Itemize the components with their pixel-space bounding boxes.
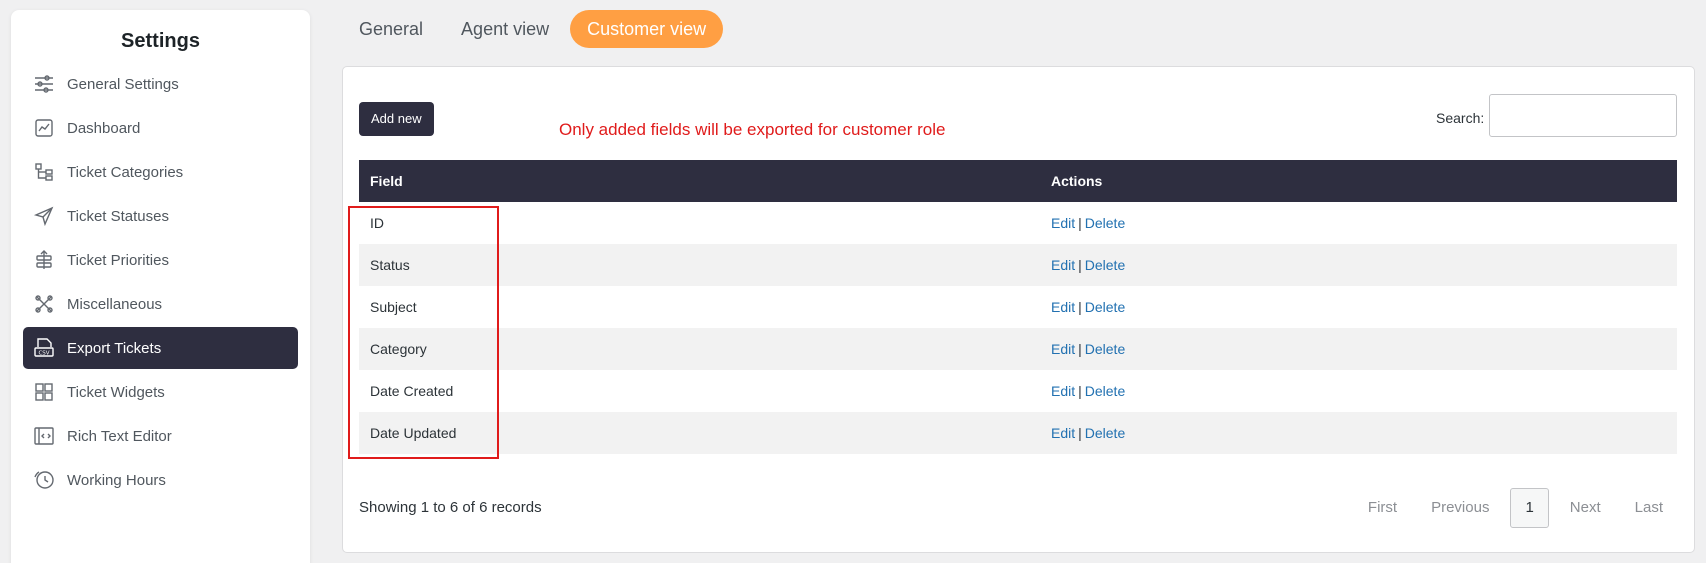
sidebar-item-label: General Settings [67,75,179,93]
edit-link[interactable]: Edit [1051,383,1075,399]
table-row: Date Updated Edit | Delete [359,412,1677,454]
csv-icon: CSV [33,337,55,359]
pagination: First Previous 1 Next Last [1351,488,1680,528]
table-row: Date Created Edit | Delete [359,370,1677,412]
pager-first[interactable]: First [1351,488,1414,528]
row-actions: Edit | Delete [1041,328,1677,370]
action-separator: | [1078,215,1082,231]
search-label: Search: [1436,110,1485,126]
clock-icon [33,469,55,491]
svg-text:CSV: CSV [38,351,49,357]
row-actions: Edit | Delete [1041,244,1677,286]
sidebar-item-label: Working Hours [67,471,166,489]
table-header-row: Field Actions [359,160,1677,202]
search-input[interactable] [1489,94,1677,137]
action-separator: | [1078,425,1082,441]
sidebar-item-ticket-widgets[interactable]: Ticket Widgets [23,371,298,413]
tools-icon [33,293,55,315]
pager-last[interactable]: Last [1618,488,1680,528]
settings-sidebar: Settings General Settings Dashboard Tick… [11,10,310,563]
sidebar-item-export-tickets[interactable]: CSV Export Tickets [23,327,298,369]
sidebar-item-label: Ticket Categories [67,163,184,181]
table-row: Subject Edit | Delete [359,286,1677,328]
table-row: Status Edit | Delete [359,244,1677,286]
row-actions: Edit | Delete [1041,202,1677,244]
export-note: Only added fields will be exported for c… [559,120,946,139]
sidebar-item-dashboard[interactable]: Dashboard [23,107,298,149]
edit-link[interactable]: Edit [1051,341,1075,357]
code-icon [33,425,55,447]
row-actions: Edit | Delete [1041,412,1677,454]
field-name: Date Updated [370,425,457,441]
action-separator: | [1078,383,1082,399]
action-separator: | [1078,257,1082,273]
widgets-icon [33,381,55,403]
pager-next[interactable]: Next [1553,488,1618,528]
edit-link[interactable]: Edit [1051,215,1075,231]
sidebar-item-ticket-priorities[interactable]: Ticket Priorities [23,239,298,281]
sidebar-item-rich-text-editor[interactable]: Rich Text Editor [23,415,298,457]
delete-link[interactable]: Delete [1085,299,1125,315]
delete-link[interactable]: Delete [1085,341,1125,357]
sidebar-item-label: Export Tickets [67,339,162,357]
sidebar-item-label: Ticket Statuses [67,207,169,225]
delete-link[interactable]: Delete [1085,215,1125,231]
sidebar-item-label: Ticket Priorities [67,251,169,269]
sidebar-item-label: Rich Text Editor [67,427,172,445]
field-name: Date Created [370,383,454,399]
view-tabs: General Agent view Customer view [342,10,727,48]
action-separator: | [1078,341,1082,357]
sidebar-item-ticket-statuses[interactable]: Ticket Statuses [23,195,298,237]
hierarchy-icon [33,161,55,183]
action-separator: | [1078,299,1082,315]
field-name: Status [370,257,410,273]
tab-agent-view[interactable]: Agent view [444,10,566,48]
tab-general[interactable]: General [342,10,440,48]
field-name: Subject [370,299,417,315]
send-icon [33,205,55,227]
sidebar-item-label: Miscellaneous [67,295,163,313]
table-row: ID Edit | Delete [359,202,1677,244]
edit-link[interactable]: Edit [1051,257,1075,273]
row-actions: Edit | Delete [1041,286,1677,328]
field-name: Category [370,341,427,357]
edit-link[interactable]: Edit [1051,299,1075,315]
delete-link[interactable]: Delete [1085,257,1125,273]
fields-table: Field Actions ID Edit | Delete Status Edit… [359,160,1677,454]
sidebar-item-general-settings[interactable]: General Settings [23,63,298,105]
delete-link[interactable]: Delete [1085,383,1125,399]
tab-customer-view[interactable]: Customer view [570,10,724,48]
sidebar-item-label: Dashboard [67,119,141,137]
edit-link[interactable]: Edit [1051,425,1075,441]
records-summary: Showing 1 to 6 of 6 records [359,499,542,516]
priority-icon [33,249,55,271]
export-fields-panel: Add new Only added fields will be export… [342,66,1695,553]
sidebar-item-ticket-categories[interactable]: Ticket Categories [23,151,298,193]
column-header-field[interactable]: Field [359,160,1041,202]
sliders-icon [33,73,55,95]
table-row: Category Edit | Delete [359,328,1677,370]
add-new-button[interactable]: Add new [359,102,434,136]
sidebar-item-miscellaneous[interactable]: Miscellaneous [23,283,298,325]
column-header-actions: Actions [1051,173,1103,189]
row-actions: Edit | Delete [1041,370,1677,412]
pager-current-page[interactable]: 1 [1510,488,1549,528]
delete-link[interactable]: Delete [1085,425,1125,441]
sidebar-item-label: Ticket Widgets [67,383,165,401]
chart-icon [33,117,55,139]
pager-previous[interactable]: Previous [1414,488,1506,528]
sidebar-item-working-hours[interactable]: Working Hours [23,459,298,501]
field-name: ID [370,215,384,231]
